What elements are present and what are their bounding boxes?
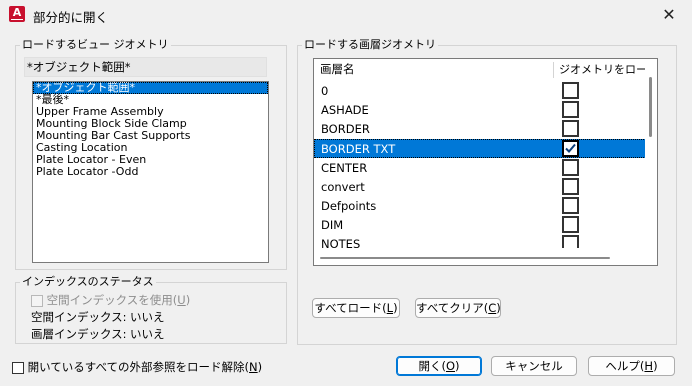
cancel-button[interactable]: キャンセル bbox=[491, 356, 577, 376]
column-header-load-geometry[interactable]: ジオメトリをロード bbox=[556, 59, 657, 80]
view-list[interactable]: *オブジェクト範囲* *最後* Upper Frame Assembly Mou… bbox=[32, 81, 269, 263]
load-geometry-checkbox[interactable] bbox=[562, 140, 579, 157]
layer-row[interactable]: 0 bbox=[314, 81, 646, 100]
view-list-item[interactable]: Plate Locator -Odd bbox=[33, 166, 268, 178]
layer-name: CENTER bbox=[321, 161, 368, 175]
load-all-button[interactable]: すべてロード(L) bbox=[312, 298, 400, 318]
layer-name: Defpoints bbox=[321, 199, 377, 213]
window-title: 部分的に開く bbox=[33, 10, 109, 25]
view-geometry-current: *オブジェクト範囲* bbox=[24, 57, 267, 77]
title-bar: A 部分的に開く ✕ bbox=[0, 0, 692, 30]
unload-xrefs-option[interactable]: 開いているすべての外部参照をロード解除(N) bbox=[12, 359, 262, 375]
vertical-scrollbar[interactable] bbox=[645, 59, 657, 249]
layer-index-label: 画層インデックス: bbox=[31, 327, 127, 341]
layer-name: BORDER TXT bbox=[321, 142, 396, 156]
use-spatial-index-label: 空間インデックスを使用(U) bbox=[46, 293, 191, 307]
load-geometry-checkbox[interactable] bbox=[562, 216, 579, 233]
index-status-group-label: インデックスのステータス bbox=[20, 275, 156, 289]
layer-row[interactable]: BORDER bbox=[314, 119, 646, 138]
layer-name: DIM bbox=[321, 218, 344, 232]
autocad-app-icon: A bbox=[9, 6, 25, 22]
layer-row[interactable]: Defpoints bbox=[314, 196, 646, 215]
load-geometry-checkbox[interactable] bbox=[562, 159, 579, 176]
spatial-index-value: いいえ bbox=[130, 310, 165, 324]
use-spatial-index-checkbox bbox=[31, 294, 43, 307]
unload-xrefs-checkbox[interactable] bbox=[12, 361, 24, 374]
horizontal-scrollbar[interactable] bbox=[314, 248, 657, 265]
help-button[interactable]: ヘルプ(H) bbox=[588, 356, 675, 376]
partial-open-dialog: A 部分的に開く ✕ ロードするビュー ジオメトリ *オブジェクト範囲* *オブ… bbox=[0, 0, 692, 386]
layer-row[interactable]: CENTER bbox=[314, 158, 646, 177]
vertical-scroll-thumb[interactable] bbox=[649, 77, 652, 137]
load-geometry-checkbox[interactable] bbox=[562, 82, 579, 99]
layer-row[interactable]: BORDER TXT bbox=[314, 139, 646, 158]
load-geometry-checkbox[interactable] bbox=[562, 101, 579, 118]
layer-table[interactable]: 画層名 ジオメトリをロード 0 ASHADE BORDER BORDER TXT… bbox=[313, 58, 658, 266]
use-spatial-index-option: 空間インデックスを使用(U) bbox=[31, 292, 190, 308]
layer-name: 0 bbox=[321, 84, 329, 98]
layer-row[interactable]: ASHADE bbox=[314, 100, 646, 119]
horizontal-scroll-thumb[interactable] bbox=[320, 257, 610, 259]
layer-geometry-group-label: ロードする画層ジオメトリ bbox=[302, 38, 438, 52]
layer-name: BORDER bbox=[321, 122, 370, 136]
clear-all-button[interactable]: すべてクリア(C) bbox=[415, 298, 501, 318]
load-geometry-checkbox[interactable] bbox=[562, 178, 579, 195]
layer-name: ASHADE bbox=[321, 103, 369, 117]
view-geometry-group-label: ロードするビュー ジオメトリ bbox=[20, 38, 171, 52]
load-geometry-checkbox[interactable] bbox=[562, 197, 579, 214]
layer-index-value: いいえ bbox=[130, 327, 165, 341]
check-icon bbox=[565, 143, 576, 153]
open-button[interactable]: 開く(O) bbox=[396, 356, 482, 376]
layer-name: convert bbox=[321, 180, 365, 194]
close-icon[interactable]: ✕ bbox=[646, 0, 692, 30]
column-header-layer-name[interactable]: 画層名 bbox=[314, 59, 551, 80]
layer-row[interactable]: DIM bbox=[314, 215, 646, 234]
load-geometry-checkbox[interactable] bbox=[562, 120, 579, 137]
spatial-index-label: 空間インデックス: bbox=[31, 310, 127, 324]
unload-xrefs-label: 開いているすべての外部参照をロード解除(N) bbox=[27, 360, 263, 374]
layer-row[interactable]: convert bbox=[314, 177, 646, 196]
column-divider bbox=[553, 62, 554, 78]
